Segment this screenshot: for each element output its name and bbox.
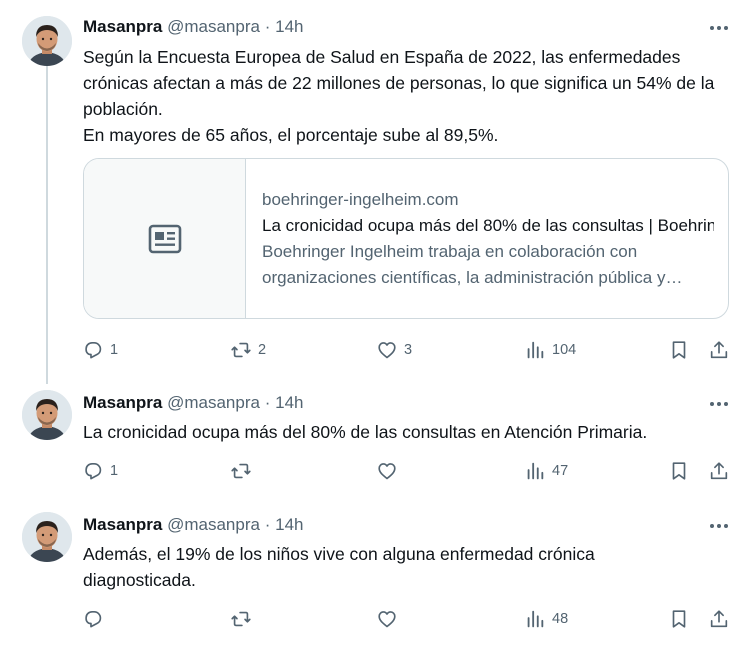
- more-options-button[interactable]: [706, 515, 732, 537]
- reply-icon: [85, 342, 102, 359]
- views-count: 104: [552, 342, 577, 358]
- more-dot-icon: [710, 524, 714, 528]
- tweet-header: Masanpra @masanpra · 14h: [83, 513, 303, 537]
- heart-icon: [378, 342, 396, 359]
- more-dot-icon: [724, 524, 728, 528]
- retweet-icon: [231, 611, 251, 627]
- article-icon: [148, 224, 181, 253]
- views-button[interactable]: 47: [524, 457, 568, 485]
- bookmark-icon: [672, 462, 686, 480]
- more-dot-icon: [724, 26, 728, 30]
- card-domain: boehringer-ingelheim.com: [262, 190, 459, 209]
- bookmark-button[interactable]: [668, 605, 690, 633]
- card-body: boehringer-ingelheim.com La cronicidad o…: [262, 187, 714, 291]
- avatar-image: [22, 512, 72, 562]
- author-name[interactable]: Masanpra: [83, 515, 162, 534]
- reply-button[interactable]: 1: [82, 457, 118, 485]
- timestamp[interactable]: 14h: [275, 17, 303, 36]
- card-title: La cronicidad ocupa más del 80% de las c…: [262, 216, 714, 235]
- like-button[interactable]: [376, 605, 404, 633]
- retweet-icon: [231, 342, 251, 358]
- tweet[interactable]: Masanpra @masanpra · 14h Además, el 19% …: [0, 502, 750, 648]
- analytics-icon: [527, 610, 544, 628]
- heart-icon: [378, 611, 396, 628]
- analytics-icon: [527, 462, 544, 480]
- tweet-text: Además, el 19% de los niños vive con alg…: [83, 541, 643, 593]
- share-button[interactable]: [708, 605, 730, 633]
- views-count: 48: [552, 611, 569, 627]
- tweet-paragraph: La cronicidad ocupa más del 80% de las c…: [83, 422, 648, 442]
- views-count: 47: [552, 463, 569, 479]
- tweet-header: Masanpra @masanpra · 14h: [83, 15, 303, 39]
- bookmark-button[interactable]: [668, 457, 690, 485]
- tweet-paragraph: Además, el 19% de los niños vive con alg…: [83, 544, 595, 590]
- avatar[interactable]: [22, 390, 72, 440]
- bookmark-icon: [672, 341, 686, 359]
- more-dot-icon: [710, 26, 714, 30]
- bookmark-icon: [672, 610, 686, 628]
- more-dot-icon: [717, 26, 721, 30]
- share-button[interactable]: [708, 336, 730, 364]
- analytics-icon: [527, 341, 544, 359]
- share-icon: [710, 341, 728, 359]
- action-bar: 48: [80, 605, 740, 633]
- avatar-image: [22, 390, 72, 440]
- thread-connector-line: [46, 66, 48, 384]
- avatar[interactable]: [22, 16, 72, 66]
- share-icon: [710, 610, 728, 628]
- avatar-image: [22, 16, 72, 66]
- reply-icon: [85, 611, 102, 628]
- more-dot-icon: [717, 402, 721, 406]
- timestamp[interactable]: 14h: [275, 515, 303, 534]
- like-count: 3: [404, 342, 413, 358]
- more-dot-icon: [724, 402, 728, 406]
- retweet-button[interactable]: [230, 605, 258, 633]
- timestamp[interactable]: 14h: [275, 393, 303, 412]
- share-button[interactable]: [708, 457, 730, 485]
- reply-count: 1: [110, 342, 119, 358]
- more-options-button[interactable]: [706, 17, 732, 39]
- author-handle[interactable]: @masanpra: [167, 393, 260, 412]
- tweet[interactable]: Masanpra @masanpra · 14h Según la Encues…: [0, 0, 750, 384]
- tweet[interactable]: Masanpra @masanpra · 14h La cronicidad o…: [0, 380, 750, 502]
- author-name[interactable]: Masanpra: [83, 393, 162, 412]
- share-icon: [710, 462, 728, 480]
- retweet-button[interactable]: 2: [230, 336, 266, 364]
- reply-count: 1: [110, 463, 119, 479]
- retweet-button[interactable]: [230, 457, 258, 485]
- tweet-header: Masanpra @masanpra · 14h: [83, 391, 303, 415]
- more-options-button[interactable]: [706, 393, 732, 415]
- link-preview-card[interactable]: boehringer-ingelheim.com La cronicidad o…: [83, 158, 729, 319]
- action-bar: 1 2 3 104: [80, 336, 740, 364]
- author-handle[interactable]: @masanpra: [167, 515, 260, 534]
- avatar[interactable]: [22, 512, 72, 562]
- bookmark-button[interactable]: [668, 336, 690, 364]
- author-handle[interactable]: @masanpra: [167, 17, 260, 36]
- reply-button[interactable]: [82, 605, 110, 633]
- tweet-paragraph: Según la Encuesta Europea de Salud en Es…: [83, 47, 715, 119]
- more-dot-icon: [717, 524, 721, 528]
- separator-dot: ·: [264, 393, 271, 412]
- card-description: Boehringer Ingelheim trabaja en colabora…: [262, 242, 683, 287]
- tweet-text: La cronicidad ocupa más del 80% de las c…: [83, 419, 733, 445]
- like-button[interactable]: 3: [376, 336, 412, 364]
- reply-button[interactable]: 1: [82, 336, 118, 364]
- retweet-count: 2: [258, 342, 267, 358]
- action-bar: 1 47: [80, 457, 740, 485]
- author-name[interactable]: Masanpra: [83, 17, 162, 36]
- heart-icon: [378, 463, 396, 480]
- separator-dot: ·: [264, 515, 271, 534]
- card-thumbnail: [84, 159, 246, 318]
- more-dot-icon: [710, 402, 714, 406]
- tweet-paragraph: En mayores de 65 años, el porcentaje sub…: [83, 125, 499, 145]
- reply-icon: [85, 463, 102, 480]
- retweet-icon: [231, 463, 251, 479]
- views-button[interactable]: 48: [524, 605, 568, 633]
- separator-dot: ·: [264, 17, 271, 36]
- tweet-text: Según la Encuesta Europea de Salud en Es…: [83, 44, 733, 148]
- like-button[interactable]: [376, 457, 404, 485]
- views-button[interactable]: 104: [524, 336, 576, 364]
